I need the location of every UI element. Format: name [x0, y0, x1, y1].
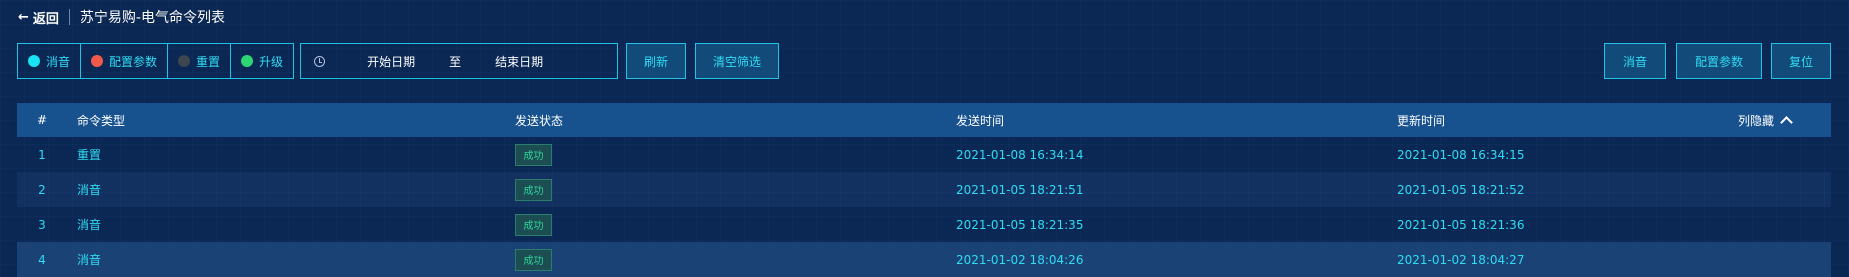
start-date-input[interactable]: 开始日期	[367, 53, 415, 70]
chevron-up-icon	[1780, 116, 1793, 129]
mute-button[interactable]: 消音	[1604, 43, 1666, 79]
row-index: 3	[38, 217, 46, 232]
table-row[interactable]: 2 消音 成功 2021-01-05 18:21:51 2021-01-05 1…	[17, 172, 1831, 207]
mute-dot-icon	[28, 55, 40, 67]
row-sent-time: 2021-01-02 18:04:26	[956, 252, 1084, 267]
row-index: 2	[38, 182, 46, 197]
end-date-input[interactable]: 结束日期	[495, 53, 543, 70]
clear-filter-button[interactable]: 清空筛选	[695, 43, 780, 79]
row-index: 1	[38, 147, 46, 162]
table-header: # 命令类型 发送状态 发送时间 更新时间 列隐藏	[17, 103, 1831, 137]
status-badge: 成功	[515, 178, 552, 201]
filter-upgrade[interactable]: 升级	[231, 44, 293, 78]
page-title: 苏宁易购-电气命令列表	[79, 10, 225, 26]
row-sent-time: 2021-01-08 16:34:14	[956, 147, 1084, 162]
row-status-cell: 成功	[507, 248, 947, 271]
reset-button[interactable]: 复位	[1771, 43, 1831, 79]
column-header-index: #	[36, 113, 48, 127]
back-button[interactable]: ← 返回	[18, 8, 59, 27]
command-actions: 消音 配置参数 复位	[1604, 43, 1831, 79]
status-badge: 成功	[515, 213, 552, 236]
filter-reset-label: 重置	[196, 54, 221, 69]
row-updated-time: 2021-01-08 16:34:15	[1397, 147, 1525, 162]
refresh-button[interactable]: 刷新	[626, 43, 687, 79]
status-badge: 成功	[515, 248, 552, 271]
row-status-cell: 成功	[507, 143, 947, 166]
column-hide-label: 列隐藏	[1737, 113, 1774, 128]
filter-toolbar: 消音 配置参数 重置 升级 开始日期 至 结束日期 刷新 清空筛选	[17, 43, 780, 79]
status-badge: 成功	[515, 143, 552, 166]
filter-config[interactable]: 配置参数	[81, 44, 169, 78]
filter-mute-label: 消音	[46, 54, 71, 69]
column-header-type: 命令类型	[77, 113, 126, 128]
row-command-type: 消音	[77, 183, 102, 197]
clock-icon	[314, 55, 326, 67]
back-label: 返回	[32, 11, 59, 27]
column-header-status: 发送状态	[515, 113, 564, 128]
row-sent-time: 2021-01-05 18:21:51	[956, 182, 1084, 197]
command-type-filter: 消音 配置参数 重置 升级	[17, 43, 295, 79]
row-command-type: 消音	[77, 218, 102, 232]
row-updated-time: 2021-01-05 18:21:36	[1397, 217, 1525, 232]
config-dot-icon	[91, 55, 104, 67]
upgrade-dot-icon	[241, 55, 254, 67]
row-index: 4	[38, 252, 46, 267]
row-status-cell: 成功	[507, 178, 947, 201]
header-divider	[68, 9, 70, 25]
row-sent-time: 2021-01-05 18:21:35	[956, 217, 1084, 232]
filter-mute[interactable]: 消音	[18, 44, 82, 78]
row-command-type: 重置	[77, 148, 102, 162]
arrow-left-icon: ←	[18, 9, 29, 25]
date-separator: 至	[449, 54, 462, 69]
config-params-button[interactable]: 配置参数	[1676, 43, 1762, 79]
table-row[interactable]: 1 重置 成功 2021-01-08 16:34:14 2021-01-08 1…	[17, 137, 1831, 172]
table-row[interactable]: 4 消音 成功 2021-01-02 18:04:26 2021-01-02 1…	[17, 242, 1831, 277]
filter-upgrade-label: 升级	[259, 54, 284, 69]
date-range-picker[interactable]: 开始日期 至 结束日期	[300, 43, 619, 79]
row-command-type: 消音	[77, 253, 102, 267]
row-status-cell: 成功	[507, 213, 947, 236]
column-header-sent-time: 发送时间	[956, 113, 1005, 128]
reset-dot-icon	[178, 55, 191, 67]
filter-reset[interactable]: 重置	[168, 44, 232, 78]
column-header-updated-time: 更新时间	[1397, 113, 1446, 128]
table-row[interactable]: 3 消音 成功 2021-01-05 18:21:35 2021-01-05 1…	[17, 207, 1831, 242]
page-header: ← 返回 苏宁易购-电气命令列表	[18, 0, 225, 34]
row-updated-time: 2021-01-02 18:04:27	[1397, 252, 1525, 267]
row-updated-time: 2021-01-05 18:21:52	[1397, 182, 1525, 197]
command-table: # 命令类型 发送状态 发送时间 更新时间 列隐藏 1 重置 成功 2021-0…	[17, 103, 1831, 277]
filter-config-label: 配置参数	[109, 54, 158, 69]
column-hide-toggle[interactable]: 列隐藏	[1737, 103, 1793, 137]
